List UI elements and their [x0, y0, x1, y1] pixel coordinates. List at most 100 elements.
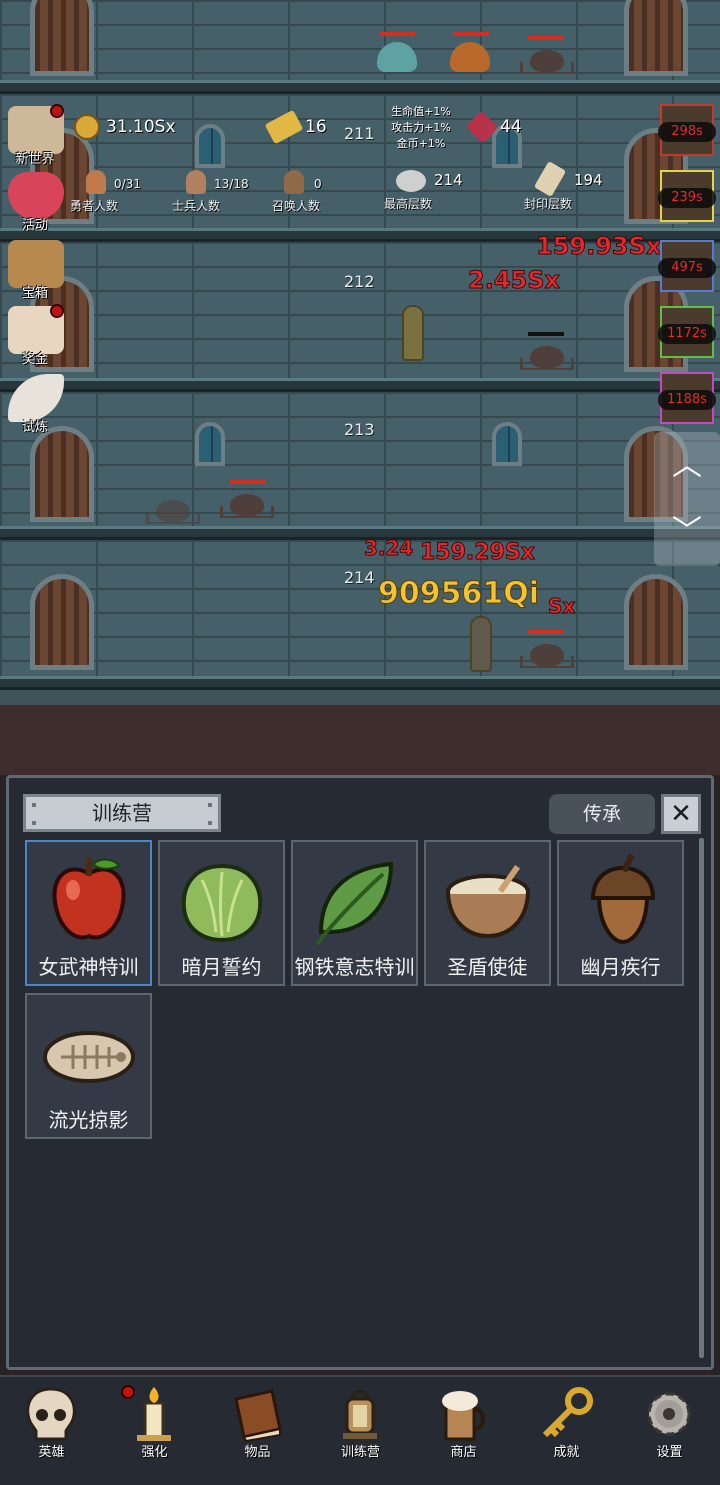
floor-ledge — [0, 378, 720, 392]
book-icon — [234, 1389, 282, 1443]
damage-number: 2.45Sx — [468, 266, 561, 295]
nav-settings[interactable]: 设置 — [618, 1377, 720, 1485]
nav-label: 设置 — [656, 1445, 683, 1460]
cabbage-icon — [181, 863, 263, 943]
damage-number: 159.93Sx — [535, 232, 662, 261]
hero-count: 0/31 — [114, 177, 141, 191]
buff-slot[interactable]: 239s — [658, 170, 716, 222]
nav-training-camp[interactable]: 训练营 — [309, 1377, 412, 1485]
gold-bar-amount: 16 — [305, 117, 327, 137]
buff-slot[interactable]: 1172s — [658, 306, 716, 358]
left-menu-label: 宝箱 — [21, 286, 48, 301]
dungeon-window — [195, 422, 225, 466]
training-card[interactable]: 流光掠影 — [25, 993, 152, 1139]
spider-enemy[interactable] — [520, 346, 574, 370]
buff-line-gold: 金币+1% — [396, 137, 446, 150]
buff-timer: 1188s — [658, 390, 716, 410]
panel-title: 训练营 — [23, 794, 221, 832]
floor-scroll-panel: ︿ ﹀ — [654, 432, 720, 566]
soldier-count: 13/18 — [214, 177, 249, 191]
left-menu-label: 试炼 — [21, 420, 48, 435]
max-floor-label: 最高层数 — [384, 197, 433, 211]
spider-enemy[interactable] — [520, 644, 574, 668]
floor-number: 214 — [344, 568, 375, 587]
candle-icon — [137, 1387, 171, 1441]
dungeon-door — [624, 0, 688, 76]
left-menu-new-world[interactable]: 新世界 — [2, 104, 68, 170]
acorn-icon — [590, 853, 656, 945]
fish-bone-icon — [43, 1031, 135, 1083]
nav-upgrade[interactable]: 强化 — [103, 1377, 206, 1485]
dungeon-door — [624, 574, 688, 670]
bottom-nav: 英雄 强化 物品 训练营 商店 成就 设置 — [0, 1375, 720, 1485]
left-menu-bonus[interactable]: 奖金 — [2, 304, 68, 370]
nav-achievements[interactable]: 成就 — [515, 1377, 618, 1485]
buff-timer: 497s — [658, 258, 716, 278]
nav-shop[interactable]: 商店 — [412, 1377, 515, 1485]
chevron-down-icon[interactable]: ﹀ — [654, 502, 720, 562]
nav-items[interactable]: 物品 — [206, 1377, 309, 1485]
key-icon — [542, 1387, 593, 1438]
buff-timer: 1172s — [658, 324, 716, 344]
floor-212-wall — [0, 242, 720, 382]
chevron-up-icon[interactable]: ︿ — [654, 436, 720, 496]
left-menu-events[interactable]: 活动 — [2, 170, 68, 236]
training-card-name: 女武神特训 — [38, 955, 139, 979]
training-card[interactable]: 暗月誓约 — [158, 840, 285, 986]
buff-slot[interactable]: 1188s — [658, 372, 716, 424]
left-menu-chest[interactable]: 宝箱 — [2, 238, 68, 304]
nav-heroes[interactable]: 英雄 — [0, 1377, 103, 1485]
dungeon-door — [30, 426, 94, 522]
heart-icon — [8, 172, 64, 220]
gear-icon — [647, 1392, 691, 1436]
lantern-icon — [343, 1390, 377, 1439]
buff-slot[interactable]: 497s — [658, 240, 716, 292]
soldier-count-label: 士兵人数 — [172, 199, 221, 213]
training-card-name: 钢铁意志特训 — [294, 955, 415, 979]
buff-slot[interactable]: 298s — [658, 104, 716, 156]
summon-count: 0 — [314, 177, 322, 191]
nav-label: 强化 — [141, 1445, 168, 1460]
close-button[interactable]: ✕ — [661, 794, 701, 834]
hero-sprite[interactable] — [470, 616, 492, 672]
feather-icon — [8, 374, 64, 422]
summon-count-label: 召唤人数 — [272, 199, 321, 213]
enemy-hp-bar — [379, 32, 415, 36]
spider-enemy[interactable] — [220, 494, 274, 518]
beer-mug-icon — [442, 1391, 485, 1441]
nav-label: 物品 — [244, 1445, 271, 1460]
left-menu-label: 活动 — [21, 218, 48, 233]
hero-head-icon — [86, 170, 106, 194]
enemy-hp-bar — [528, 332, 564, 336]
floor-number: 212 — [344, 272, 375, 291]
spider-enemy[interactable] — [520, 50, 574, 74]
training-card[interactable]: 圣盾使徒 — [424, 840, 551, 986]
buff-line-hp: 生命值+1% — [391, 105, 451, 118]
left-menu-label: 新世界 — [15, 152, 55, 167]
inherit-button[interactable]: 传承 — [549, 794, 655, 834]
nav-label: 成就 — [553, 1445, 580, 1460]
training-card[interactable]: 女武神特训 — [25, 840, 152, 986]
training-card[interactable]: 钢铁意志特训 — [291, 840, 418, 986]
panel-scrollbar[interactable] — [699, 838, 704, 1358]
scene-divider — [0, 705, 720, 775]
training-card[interactable]: 幽月疾行 — [557, 840, 684, 986]
floor-ledge — [0, 676, 720, 690]
floor-ledge — [0, 80, 720, 94]
dungeon-door — [30, 0, 94, 76]
hero-sprite[interactable] — [402, 305, 424, 361]
soldier-head-icon — [186, 170, 206, 194]
floor-213-wall — [0, 392, 720, 532]
buff-line-atk: 攻击力+1% — [391, 121, 451, 134]
buff-timer: 239s — [658, 188, 716, 208]
treasure-chest-icon — [8, 240, 64, 288]
skull-icon — [26, 1387, 76, 1441]
buff-summary: 生命值+1% 攻击力+1% 金币+1% — [386, 104, 456, 152]
apple-icon — [52, 858, 126, 940]
left-menu-trial[interactable]: 试炼 — [2, 372, 68, 438]
dungeon-window — [195, 124, 225, 168]
floor-214-wall — [0, 540, 720, 690]
floor-ledge — [0, 526, 720, 540]
enemy-hp-bar — [453, 32, 489, 36]
hero-count-label: 勇者人数 — [70, 199, 119, 213]
